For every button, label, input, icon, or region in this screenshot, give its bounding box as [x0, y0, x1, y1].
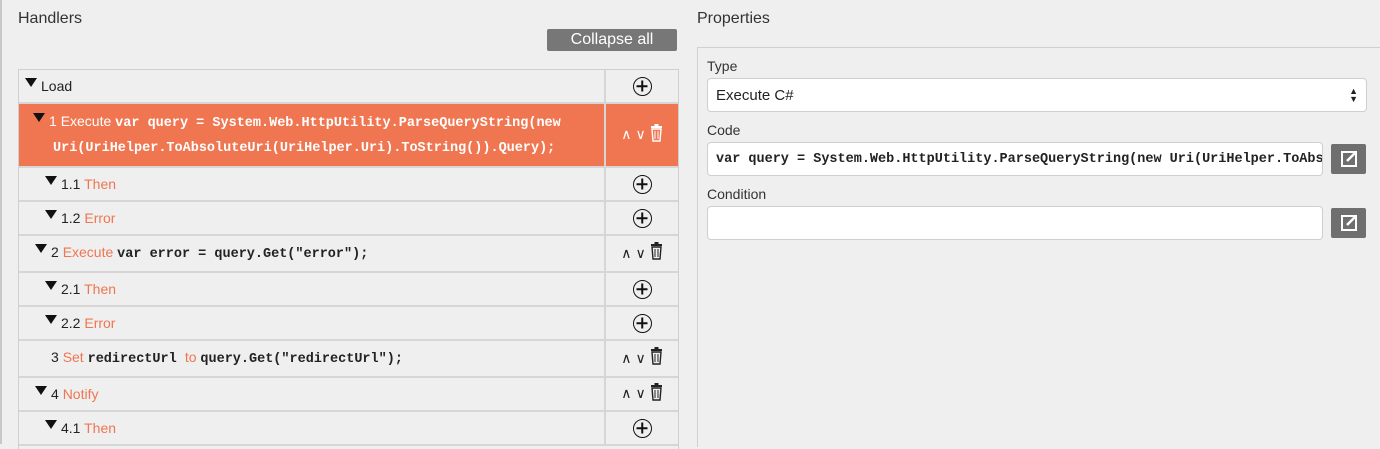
row-actions: [606, 273, 678, 305]
tree-row-content[interactable]: 4 Notify: [19, 378, 606, 410]
add-icon[interactable]: [632, 174, 652, 194]
tree-row-content[interactable]: 1.1 Then: [19, 168, 606, 200]
row-number: 1.1: [61, 176, 85, 192]
row-keyword: Error: [84, 210, 116, 226]
collapse-all-button[interactable]: Collapse all: [547, 29, 677, 51]
row-keyword: Then: [84, 176, 117, 192]
tree-row[interactable]: 4.1 Then: [19, 412, 678, 446]
tree-row[interactable]: 1.2 Error: [19, 202, 678, 236]
row-number: 1: [49, 113, 61, 129]
move-up-icon[interactable]: ∧: [621, 386, 631, 402]
handlers-title: Handlers: [18, 10, 83, 27]
expand-toggle-icon[interactable]: [45, 420, 57, 429]
row-keyword: to: [184, 349, 201, 365]
select-arrows-icon: ▲ ▼: [1349, 86, 1358, 104]
tree-row[interactable]: 4 Notify ∧ ∨: [19, 378, 678, 412]
row-number: 3: [51, 349, 63, 365]
external-edit-icon: [1340, 215, 1357, 231]
row-number: 2.2: [61, 315, 85, 331]
row-keyword: Error: [84, 315, 116, 331]
panel-divider: [0, 0, 2, 444]
code-input[interactable]: var query = System.Web.HttpUtility.Parse…: [707, 142, 1323, 176]
move-down-icon[interactable]: ∨: [636, 246, 646, 262]
condition-input[interactable]: [707, 206, 1323, 240]
external-edit-icon: [1340, 151, 1357, 167]
row-number: 1.2: [61, 210, 85, 226]
tree-row-content[interactable]: 2 Execute var error = query.Get("error")…: [19, 236, 606, 271]
row-code: var query = System.Web.HttpUtility.Parse…: [53, 116, 561, 156]
row-actions: [606, 202, 678, 234]
code-open-editor-button[interactable]: [1331, 144, 1366, 174]
tree-row-content[interactable]: 2.1 Then: [19, 273, 606, 305]
row-keyword: Then: [84, 420, 117, 436]
row-actions: [606, 168, 678, 200]
row-actions: ∧ ∨: [606, 236, 678, 271]
properties-title: Properties: [697, 10, 770, 27]
add-icon[interactable]: [632, 279, 652, 299]
row-keyword: Set: [62, 349, 88, 365]
tree-row-content[interactable]: 3 Set redirectUrl to query.Get("redirect…: [19, 341, 606, 376]
move-up-icon[interactable]: ∧: [621, 246, 631, 262]
trash-icon[interactable]: [650, 242, 663, 265]
expand-toggle-icon[interactable]: [25, 78, 37, 87]
row-actions: [606, 70, 678, 102]
row-code: query.Get("redirectUrl");: [200, 352, 403, 367]
tree-row[interactable]: Load: [19, 70, 678, 104]
properties-panel: Type Execute C# ▲ ▼ Code var query = Syst…: [697, 47, 1380, 447]
code-label: Code: [707, 122, 741, 138]
move-up-icon[interactable]: ∧: [621, 127, 631, 143]
expand-toggle-icon[interactable]: [45, 315, 57, 324]
condition-label: Condition: [707, 186, 767, 202]
tree-row-content[interactable]: 1.2 Error: [19, 202, 606, 234]
type-select[interactable]: Execute C# ▲ ▼: [707, 78, 1367, 112]
type-label: Type: [707, 58, 738, 74]
tree-row-content[interactable]: 4.1 Then: [19, 412, 606, 444]
tree-row[interactable]: 2.1 Then: [19, 273, 678, 307]
move-down-icon[interactable]: ∨: [636, 386, 646, 402]
expand-toggle-icon[interactable]: [33, 113, 45, 122]
row-keyword: Notify: [62, 386, 99, 402]
row-keyword: Execute: [62, 244, 118, 260]
trash-icon[interactable]: [650, 382, 663, 406]
row-keyword: Then: [84, 281, 117, 297]
tree-row-content[interactable]: Load: [19, 70, 606, 102]
expand-toggle-icon[interactable]: [45, 210, 57, 219]
row-number: 2.1: [61, 281, 85, 297]
tree-row[interactable]: 3 Set redirectUrl to query.Get("redirect…: [19, 341, 678, 378]
add-icon[interactable]: [632, 208, 652, 228]
row-label: Load: [41, 78, 73, 94]
type-value: Execute C#: [716, 86, 794, 104]
move-up-icon[interactable]: ∧: [621, 351, 631, 367]
condition-open-editor-button[interactable]: [1331, 208, 1366, 238]
row-actions: ∧ ∨: [606, 341, 678, 376]
move-down-icon[interactable]: ∨: [636, 127, 646, 143]
row-keyword: Execute: [60, 113, 116, 129]
tree-row-content[interactable]: 2.2 Error: [19, 307, 606, 339]
add-icon[interactable]: [632, 313, 652, 333]
expand-toggle-icon[interactable]: [45, 176, 57, 185]
tree-row[interactable]: 1.1 Then: [19, 168, 678, 202]
expand-toggle-icon[interactable]: [45, 281, 57, 290]
row-actions: ∧ ∨: [606, 378, 678, 410]
row-number: 4.1: [61, 420, 85, 436]
row-actions: ∧ ∨: [606, 104, 678, 166]
handler-tree: Load 1 Execute var query = System.Web.Htt…: [18, 69, 679, 449]
row-actions: [606, 307, 678, 339]
move-down-icon[interactable]: ∨: [636, 351, 646, 367]
add-icon[interactable]: [632, 76, 652, 96]
expand-toggle-icon[interactable]: [35, 244, 47, 253]
tree-row[interactable]: 2 Execute var error = query.Get("error")…: [19, 236, 678, 273]
trash-icon[interactable]: [650, 347, 663, 370]
tree-row[interactable]: 1 Execute var query = System.Web.HttpUti…: [19, 104, 678, 168]
row-code: var error = query.Get("error");: [117, 247, 369, 262]
tree-row[interactable]: 2.2 Error: [19, 307, 678, 341]
row-number: 2: [51, 244, 63, 260]
tree-row-content[interactable]: 1 Execute var query = System.Web.HttpUti…: [19, 104, 606, 166]
expand-toggle-icon[interactable]: [35, 386, 47, 395]
add-icon[interactable]: [632, 418, 652, 438]
row-actions: [606, 412, 678, 444]
row-code: redirectUrl: [87, 352, 185, 367]
row-number: 4: [51, 386, 63, 402]
trash-icon[interactable]: [650, 123, 663, 147]
